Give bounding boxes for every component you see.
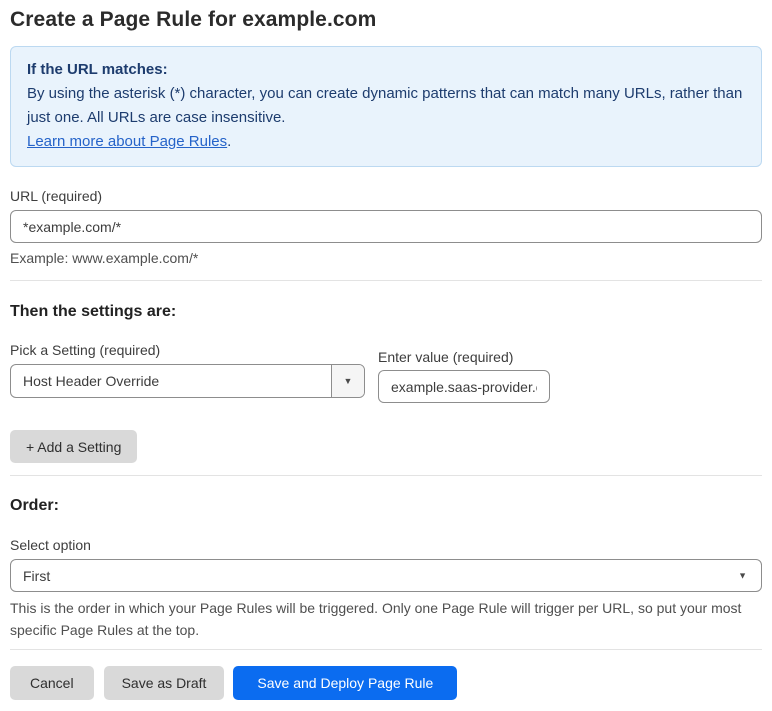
setting-value-column: Enter value (required)	[378, 342, 550, 403]
order-section-heading: Order:	[10, 497, 59, 514]
info-box-heading: If the URL matches:	[27, 61, 168, 78]
url-input[interactable]	[10, 210, 762, 243]
learn-more-link[interactable]: Learn more about Page Rules	[27, 133, 227, 150]
order-select[interactable]: First ▼	[10, 559, 762, 592]
divider	[10, 280, 762, 281]
settings-row: Pick a Setting (required) Host Header Ov…	[10, 342, 762, 403]
settings-section-heading: Then the settings are:	[10, 303, 177, 320]
info-box-body: By using the asterisk (*) character, you…	[27, 85, 743, 126]
url-example-text: Example: www.example.com/*	[10, 250, 199, 266]
create-page-rule-form: Create a Page Rule for example.com If th…	[0, 0, 772, 700]
url-match-info-box: If the URL matches: By using the asteris…	[10, 46, 762, 167]
url-field-label: URL (required)	[10, 188, 103, 204]
chevron-down-icon: ▼	[738, 570, 747, 580]
order-help-text: This is the order in which your Page Rul…	[10, 600, 742, 638]
save-and-deploy-button[interactable]: Save and Deploy Page Rule	[233, 666, 458, 700]
info-box-link-line: Learn more about Page Rules.	[27, 130, 745, 154]
footer-actions: Cancel Save as Draft Save and Deploy Pag…	[10, 666, 762, 700]
cancel-button[interactable]: Cancel	[10, 666, 94, 700]
chevron-down-icon: ▼	[343, 375, 353, 386]
setting-select[interactable]: Host Header Override ▼	[10, 364, 365, 398]
setting-value-input[interactable]	[378, 370, 550, 403]
link-period: .	[227, 133, 232, 150]
save-as-draft-button[interactable]: Save as Draft	[103, 666, 225, 700]
setting-value-label: Enter value (required)	[378, 349, 514, 365]
setting-select-label: Pick a Setting (required)	[10, 342, 161, 358]
setting-select-column: Pick a Setting (required) Host Header Ov…	[10, 342, 365, 398]
order-select-label: Select option	[10, 537, 91, 553]
divider	[10, 475, 762, 476]
add-setting-button[interactable]: + Add a Setting	[10, 430, 138, 463]
page-title: Create a Page Rule for example.com	[10, 8, 377, 31]
setting-select-arrow-button[interactable]: ▼	[331, 365, 364, 397]
order-select-value: First	[23, 567, 51, 584]
divider	[10, 649, 762, 650]
setting-select-value: Host Header Override	[23, 373, 160, 389]
